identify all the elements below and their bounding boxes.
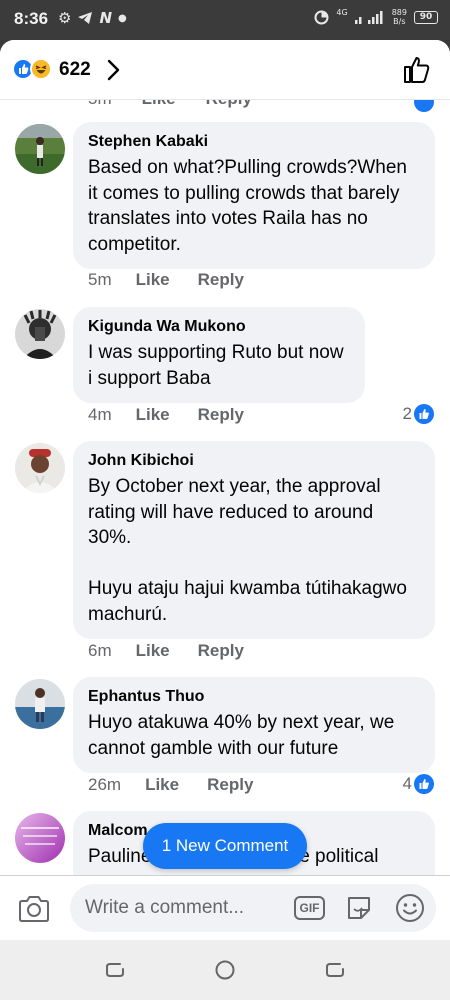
comment-bubble[interactable]: Kigunda Wa Mukono I was supporting Ruto … bbox=[73, 307, 365, 403]
comment-actions: 4m Like Reply bbox=[88, 405, 272, 425]
like-reaction-icon bbox=[414, 404, 434, 424]
like-link[interactable]: Like bbox=[142, 100, 176, 109]
reply-link[interactable]: Reply bbox=[207, 775, 253, 795]
camera-icon[interactable] bbox=[17, 894, 51, 924]
partial-comment-meta: 5m Like Reply bbox=[88, 100, 252, 109]
recent-apps-icon[interactable] bbox=[105, 961, 125, 979]
sticker-icon[interactable] bbox=[344, 893, 374, 923]
system-status-icons: 4G 889 B/s 90 bbox=[314, 8, 438, 26]
reply-link[interactable]: Reply bbox=[206, 100, 252, 109]
back-icon[interactable] bbox=[325, 961, 345, 979]
chevron-right-icon[interactable] bbox=[101, 56, 125, 84]
system-nav-bar bbox=[0, 940, 450, 1000]
comment-actions: 5m Like Reply bbox=[88, 270, 272, 290]
comment-text: By October next year, the approval ratin… bbox=[88, 476, 407, 625]
avatar[interactable] bbox=[15, 124, 65, 174]
like-link[interactable]: Like bbox=[136, 641, 170, 661]
comment-text: I was supporting Ruto but now i support … bbox=[88, 342, 349, 389]
comment-time: 5m bbox=[88, 270, 112, 289]
comments-sheet: 622 5m Like Reply Stephen Kabaki Based o… bbox=[0, 40, 450, 940]
gif-button[interactable]: GIF bbox=[294, 896, 325, 920]
comment-author[interactable]: Stephen Kabaki bbox=[88, 132, 421, 152]
settings-gear-icon: ⚙ bbox=[58, 9, 72, 27]
comment-actions: 6m Like Reply bbox=[88, 641, 272, 661]
status-time: 8:36 bbox=[14, 9, 49, 28]
comment-text: Based on what?Pulling crowds?When it com… bbox=[88, 157, 413, 255]
battery-icon: 90 bbox=[414, 10, 438, 24]
comment-time: 26m bbox=[88, 775, 122, 794]
comment-time: 6m bbox=[88, 641, 112, 660]
comment-bubble[interactable]: Stephen Kabaki Based on what?Pulling cro… bbox=[73, 122, 435, 269]
n-app-icon: N bbox=[99, 9, 113, 27]
comment-composer: GIF bbox=[0, 875, 450, 940]
comment-reaction-count[interactable]: 4 bbox=[403, 774, 434, 794]
reaction-icons bbox=[12, 58, 52, 82]
comment-author[interactable]: John Kibichoi bbox=[88, 451, 421, 471]
haha-reaction-icon bbox=[30, 58, 52, 80]
comment-reaction-count[interactable]: 2 bbox=[403, 404, 434, 424]
like-reaction-icon bbox=[414, 100, 434, 112]
reply-link[interactable]: Reply bbox=[198, 405, 244, 425]
like-button-icon[interactable] bbox=[400, 53, 434, 87]
emoji-icon[interactable] bbox=[394, 892, 426, 924]
reactions-header[interactable]: 622 bbox=[0, 40, 450, 100]
comments-list[interactable]: 5m Like Reply Stephen Kabaki Based on wh… bbox=[0, 100, 450, 875]
like-reaction-icon bbox=[414, 774, 434, 794]
reaction-count: 622 bbox=[59, 59, 91, 80]
reply-link[interactable]: Reply bbox=[198, 641, 244, 661]
comment-author[interactable]: Kigunda Wa Mukono bbox=[88, 317, 351, 337]
dot-icon: ● bbox=[118, 12, 127, 24]
like-link[interactable]: Like bbox=[136, 270, 170, 290]
comment-bubble[interactable]: Ephantus Thuo Huyo atakuwa 40% by next y… bbox=[73, 677, 435, 773]
avatar[interactable] bbox=[15, 679, 65, 729]
like-link[interactable]: Like bbox=[145, 775, 179, 795]
status-bar: 8:36 ⚙ N ● 4G 889 B/s 90 bbox=[0, 0, 450, 40]
data-saver-icon bbox=[314, 10, 329, 24]
new-comment-button[interactable]: 1 New Comment bbox=[143, 823, 307, 869]
comment-text: Huyo atakuwa 40% by next year, we cannot… bbox=[88, 712, 400, 759]
comment-author[interactable]: Ephantus Thuo bbox=[88, 687, 421, 707]
comment-input[interactable] bbox=[70, 884, 436, 932]
telegram-icon bbox=[78, 12, 93, 24]
avatar[interactable] bbox=[15, 813, 65, 863]
avatar[interactable] bbox=[15, 443, 65, 493]
reply-link[interactable]: Reply bbox=[198, 270, 244, 290]
network-speed: 889 B/s bbox=[391, 8, 407, 26]
like-link[interactable]: Like bbox=[136, 405, 170, 425]
comment-time: 4m bbox=[88, 405, 112, 424]
signal-icon bbox=[354, 11, 383, 24]
notification-icons: ⚙ N ● bbox=[58, 9, 127, 27]
avatar[interactable] bbox=[15, 309, 65, 359]
comment-actions: 26m Like Reply bbox=[88, 775, 281, 795]
comment-bubble[interactable]: John Kibichoi By October next year, the … bbox=[73, 441, 435, 639]
home-icon[interactable] bbox=[214, 959, 236, 981]
network-type: 4G bbox=[336, 8, 348, 17]
